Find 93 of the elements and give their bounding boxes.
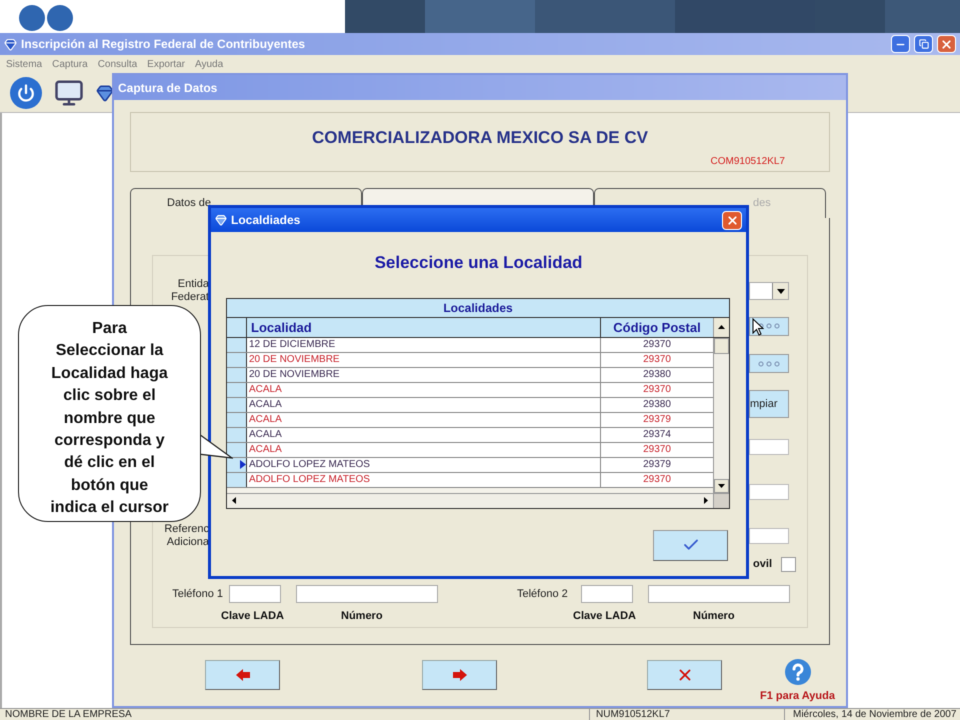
vertical-scrollbar[interactable]: [713, 338, 729, 492]
next-button[interactable]: [422, 660, 497, 690]
table-cell: ACALA: [247, 412, 601, 426]
table-cell: ACALA: [247, 428, 601, 442]
menu-item[interactable]: Consulta: [98, 56, 138, 72]
table-cell: ADOLFO LOPEZ MATEOS: [247, 472, 601, 486]
help-icon[interactable]: [784, 658, 812, 686]
left-arrow-icon: [234, 667, 252, 683]
table-cell: ACALA: [247, 382, 601, 396]
table-cell-text: 29370: [642, 338, 672, 352]
app-icon: [215, 214, 227, 226]
table-cell-text: 29370: [642, 442, 672, 456]
rfc-text: COM910512KL7: [710, 154, 785, 168]
table-cell-text: 29370: [642, 472, 672, 486]
close-icon: [940, 38, 953, 50]
window-title: Inscripción al Registro Federal de Contribuyentes: [21, 36, 306, 53]
callout-text: Para Seleccionar la Localidad haga clic sobre el nombre que corresponda y dé clic en el botón que indica el cursor: [49, 319, 170, 518]
input-field[interactable]: [749, 439, 789, 455]
monitor-icon[interactable]: [54, 78, 84, 108]
company-name: COMERCIALIZADORA MEXICO SA DE CV: [312, 127, 648, 149]
table-row[interactable]: ACALA 29380: [227, 398, 713, 412]
table-cell-text: 29379: [642, 458, 672, 472]
restore-icon: [918, 39, 928, 49]
field-label: Teléfono 2: [517, 586, 569, 602]
ellipsis-icon: [758, 323, 780, 329]
table-row[interactable]: ADOLFO LOPEZ MATEOS 29370: [227, 472, 713, 488]
close-icon: [726, 214, 738, 226]
scroll-down-icon[interactable]: [714, 478, 729, 492]
scrollbar-corner: [713, 494, 729, 508]
table-cell-text: 29370: [642, 382, 672, 396]
table-row[interactable]: ADOLFO LOPEZ MATEOS 29379: [227, 458, 713, 472]
minimize-button[interactable]: [891, 35, 910, 53]
table-cell-text: 29380: [642, 368, 672, 382]
table-caption: Localidades: [227, 298, 729, 318]
help-hint: F1 para Ayuda: [760, 689, 835, 704]
table-cell: 20 DE NOVIEMBRE: [247, 368, 601, 382]
table-row[interactable]: 20 DE NOVIEMBRE 29380: [227, 368, 713, 382]
scroll-up-icon[interactable]: [713, 318, 729, 336]
horizontal-scrollbar[interactable]: [227, 492, 729, 508]
power-icon[interactable]: [10, 76, 42, 108]
table-cell-text: 29374: [642, 428, 672, 442]
cursor-icon: [752, 318, 764, 336]
table-cell: ACALA: [247, 398, 601, 412]
menu-item[interactable]: Ayuda: [194, 56, 224, 72]
ellipsis-icon: [758, 360, 780, 366]
field-caption: Clave LADA: [221, 608, 285, 624]
menu-item[interactable]: Captura: [52, 56, 88, 72]
menu-item[interactable]: Sistema: [6, 56, 42, 72]
field-caption: Número: [341, 608, 384, 624]
accept-button[interactable]: [653, 530, 728, 560]
mobile-checkbox[interactable]: [781, 557, 796, 572]
scroll-thumb[interactable]: [714, 338, 729, 354]
dropdown[interactable]: [749, 282, 789, 300]
table-cell: 20 DE NOVIEMBRE: [247, 352, 601, 366]
field-label: Teléfono 1: [171, 586, 223, 602]
number-field[interactable]: [648, 585, 790, 603]
input-field[interactable]: [749, 484, 789, 500]
column-header: Código Postal: [612, 318, 702, 336]
lada-field[interactable]: [229, 585, 281, 603]
table-row[interactable]: 20 DE NOVIEMBRE 29370: [227, 352, 713, 368]
restore-button[interactable]: [914, 35, 933, 53]
field-caption: Clave LADA: [573, 608, 637, 624]
table-cell: ADOLFO LOPEZ MATEOS: [247, 458, 601, 472]
table-cell-text: 29370: [642, 352, 672, 366]
status-text: Miércoles, 14 de Noviembre de 2007: [792, 709, 958, 720]
input-field[interactable]: [749, 528, 789, 544]
column-header: Localidad: [247, 318, 601, 336]
table-row[interactable]: 12 DE DICIEMBRE 29370: [227, 338, 713, 352]
table-cell-text: 29379: [642, 412, 672, 426]
field-label: Referenc Adiciona: [164, 523, 209, 549]
dialog-heading: Seleccione una Localidad: [374, 252, 584, 274]
table-cell: ACALA: [247, 442, 601, 456]
status-text: NOMBRE DE LA EMPRESA: [0, 709, 590, 720]
field-label: Entida Federat: [171, 278, 209, 304]
back-button[interactable]: [205, 660, 280, 690]
checkbox-label: ovil: [753, 557, 772, 572]
field-caption: Número: [693, 608, 736, 624]
number-field[interactable]: [296, 585, 438, 603]
status-text: NUM910512KL7: [590, 709, 785, 720]
app-icon: [4, 38, 17, 50]
close-button[interactable]: [937, 35, 956, 53]
menu-item[interactable]: Exportar: [147, 56, 185, 72]
table-cell: 12 DE DICIEMBRE: [247, 338, 601, 352]
cancel-button[interactable]: [647, 660, 722, 690]
window-title: Captura de Datos: [118, 80, 218, 96]
clear-button[interactable]: mpiar: [749, 390, 789, 418]
right-arrow-icon: [450, 667, 468, 683]
logo-icon: [18, 3, 74, 33]
row-pointer-icon: [240, 460, 246, 469]
close-button[interactable]: [722, 210, 742, 230]
lada-field[interactable]: [581, 585, 633, 603]
table-row[interactable]: ACALA 29370: [227, 382, 713, 398]
table-cell-text: 29380: [642, 398, 672, 412]
